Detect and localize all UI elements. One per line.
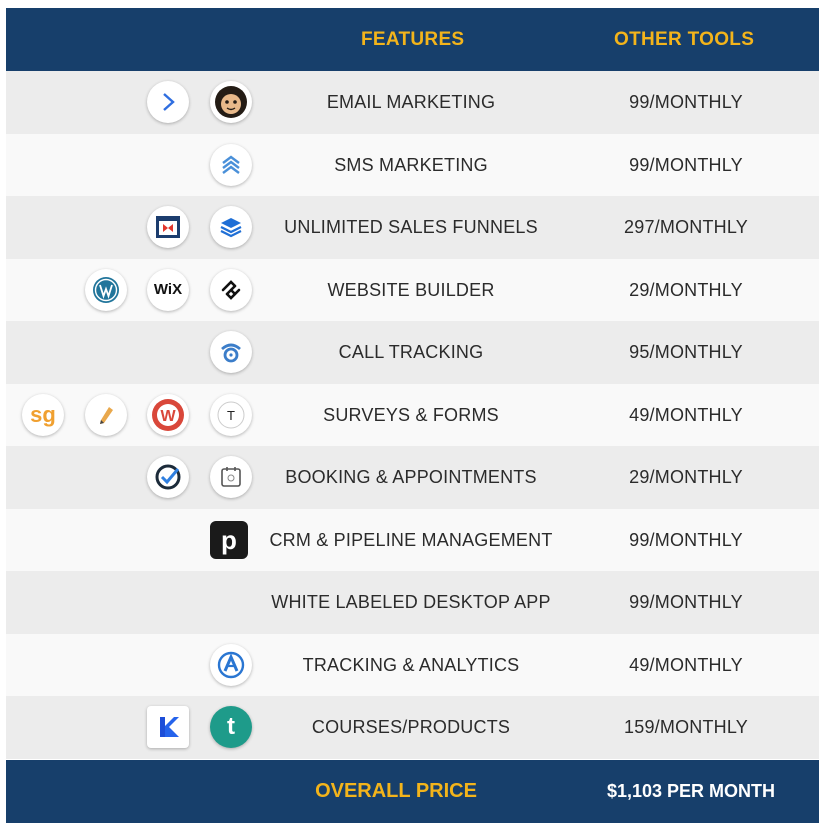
table-row: EMAIL MARKETING 99/MONTHLY: [6, 71, 819, 134]
typeform-icon: T: [210, 393, 252, 436]
table-row: TRACKING & ANALYTICS 49/MONTHLY: [6, 633, 819, 696]
pencil-icon: [85, 393, 127, 436]
price-value: 29/MONTHLY: [629, 279, 743, 300]
price-value: 49/MONTHLY: [629, 404, 743, 425]
features-column-header: FEATURES: [361, 29, 465, 50]
pricing-comparison-table: FEATURES OTHER TOOLS EMAIL MARKETING 99/…: [6, 8, 819, 823]
table-row: sg W T SURVEYS & FORMS 49/MONTHLY: [6, 383, 819, 446]
overall-price-label: OVERALL PRICE: [315, 779, 477, 802]
table-row: p CRM & PIPELINE MANAGEMENT 99/MONTHLY: [6, 508, 819, 571]
surveygizmo-icon: sg: [22, 393, 64, 436]
price-value: 99/MONTHLY: [629, 154, 743, 175]
kajabi-icon: [147, 706, 189, 748]
table-row: BOOKING & APPOINTMENTS 29/MONTHLY: [6, 446, 819, 509]
feature-label: COURSES/PRODUCTS: [311, 717, 511, 737]
price-value: 297/MONTHLY: [624, 217, 748, 237]
teachable-icon: t: [210, 706, 252, 748]
other-tools-column-header: OTHER TOOLS: [614, 29, 755, 50]
calendar-icon: [210, 456, 252, 498]
price-value: 99/MONTHLY: [629, 529, 743, 550]
table-row: SMS MARKETING 99/MONTHLY: [6, 133, 819, 196]
table-row: UNLIMITED SALES FUNNELS 297/MONTHLY: [6, 196, 819, 259]
squarespace-icon: [210, 268, 252, 311]
table-row: WiX WEBSITE BUILDER 29/MONTHLY: [6, 258, 819, 321]
feature-label: UNLIMITED SALES FUNNELS: [284, 217, 538, 237]
table-row: t COURSES/PRODUCTS 159/MONTHLY: [6, 696, 819, 759]
price-value: 49/MONTHLY: [629, 654, 743, 675]
call-tracking-icon: [210, 331, 252, 373]
feature-label: SMS MARKETING: [334, 154, 488, 175]
wix-icon: WiX: [147, 268, 189, 311]
feature-label: CRM & PIPELINE MANAGEMENT: [269, 529, 553, 550]
svg-text:T: T: [227, 408, 235, 423]
wufoo-icon: W: [147, 393, 189, 436]
feature-label: TRACKING & ANALYTICS: [302, 654, 520, 675]
check-circle-icon: [147, 456, 189, 498]
pipedrive-icon: p: [210, 520, 248, 559]
analytics-icon: [210, 643, 252, 686]
activecampaign-icon: [147, 81, 189, 123]
price-value: 99/MONTHLY: [629, 92, 743, 112]
mailchimp-icon: [210, 81, 252, 123]
chevrons-up-icon: [210, 143, 252, 186]
svg-text:W: W: [160, 408, 176, 425]
overall-price-total: $1,103 PER MONTH: [606, 780, 776, 801]
feature-label: WEBSITE BUILDER: [327, 279, 495, 300]
price-value: 99/MONTHLY: [629, 592, 743, 612]
table-row: CALL TRACKING 95/MONTHLY: [6, 321, 819, 384]
feature-label: BOOKING & APPOINTMENTS: [285, 467, 537, 487]
feature-label: WHITE LABELED DESKTOP APP: [271, 592, 551, 612]
table-row: WHITE LABELED DESKTOP APP 99/MONTHLY: [6, 571, 819, 634]
price-value: 95/MONTHLY: [629, 342, 743, 362]
feature-label: CALL TRACKING: [338, 342, 484, 362]
feature-label: EMAIL MARKETING: [326, 92, 496, 112]
layers-icon: [210, 206, 252, 248]
table-footer: OVERALL PRICE $1,103 PER MONTH: [6, 759, 819, 823]
table-header: FEATURES OTHER TOOLS: [6, 8, 819, 71]
price-value: 159/MONTHLY: [624, 717, 748, 737]
wordpress-icon: [85, 268, 127, 311]
clickfunnels-icon: [147, 206, 189, 248]
price-value: 29/MONTHLY: [629, 467, 743, 487]
feature-label: SURVEYS & FORMS: [323, 404, 499, 425]
